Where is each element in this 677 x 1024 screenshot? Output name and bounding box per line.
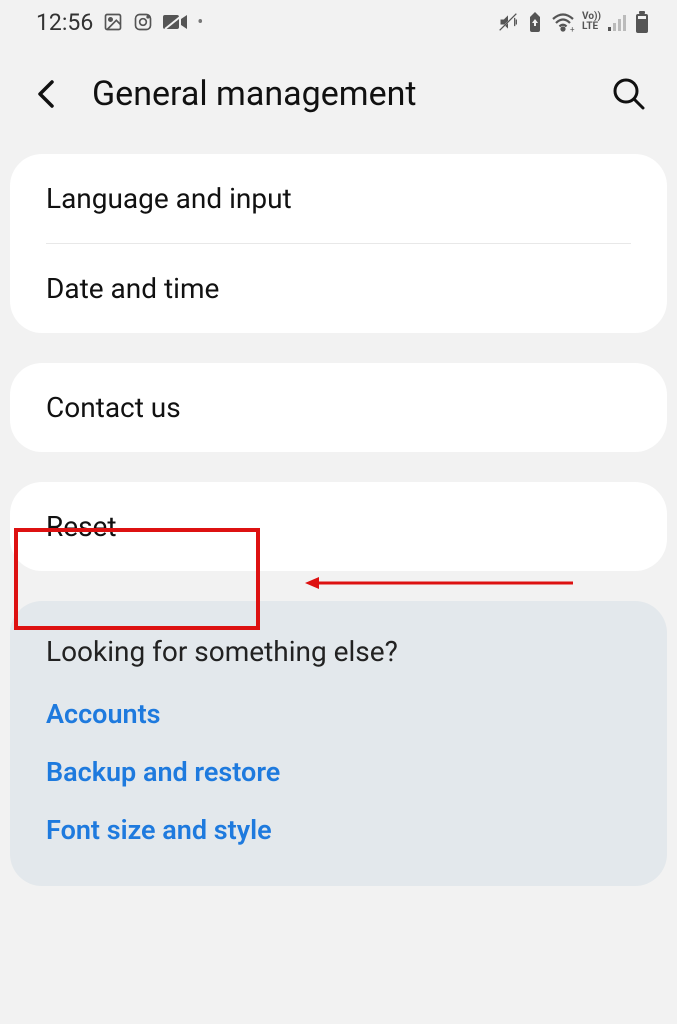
page-title: General management: [92, 74, 581, 114]
search-button[interactable]: [609, 74, 649, 114]
header: General management: [0, 44, 677, 154]
suggestion-link-accounts[interactable]: Accounts: [46, 698, 631, 730]
settings-item-label: Date and time: [46, 272, 219, 305]
back-button[interactable]: [28, 76, 64, 112]
settings-item-language-input[interactable]: Language and input: [10, 154, 667, 243]
volte-icon: Vo))LTE: [582, 12, 601, 32]
status-bar: 12:56 • + Vo))LTE: [0, 0, 677, 44]
settings-group-reset: Reset: [10, 482, 667, 571]
signal-icon: [608, 13, 628, 31]
instagram-icon: [133, 12, 153, 32]
settings-item-reset[interactable]: Reset: [10, 482, 667, 571]
update-icon: [526, 12, 544, 32]
settings-item-date-time[interactable]: Date and time: [10, 244, 667, 333]
chevron-left-icon: [34, 76, 58, 112]
settings-group-contact: Contact us: [10, 363, 667, 452]
suggestions-title: Looking for something else?: [46, 635, 631, 668]
settings-item-label: Reset: [46, 510, 117, 543]
suggestions-panel: Looking for something else? Accounts Bac…: [10, 601, 667, 886]
picture-icon: [103, 12, 123, 32]
search-icon: [612, 77, 646, 111]
settings-item-contact-us[interactable]: Contact us: [10, 363, 667, 452]
suggestion-link-font-size-style[interactable]: Font size and style: [46, 814, 631, 846]
settings-group-input: Language and input Date and time: [10, 154, 667, 333]
battery-icon: [635, 11, 649, 33]
mute-vibrate-icon: [497, 12, 519, 32]
suggestion-link-backup-restore[interactable]: Backup and restore: [46, 756, 631, 788]
status-time: 12:56: [36, 9, 93, 36]
settings-item-label: Language and input: [46, 182, 292, 215]
wifi-icon: +: [551, 12, 575, 32]
status-bar-right: + Vo))LTE: [497, 11, 649, 33]
settings-item-label: Contact us: [46, 391, 181, 424]
svg-text:+: +: [570, 25, 575, 32]
dot-icon: •: [197, 12, 203, 33]
video-icon: [163, 13, 187, 31]
status-bar-left: 12:56 •: [36, 9, 203, 36]
annotation-arrow: [305, 576, 573, 590]
